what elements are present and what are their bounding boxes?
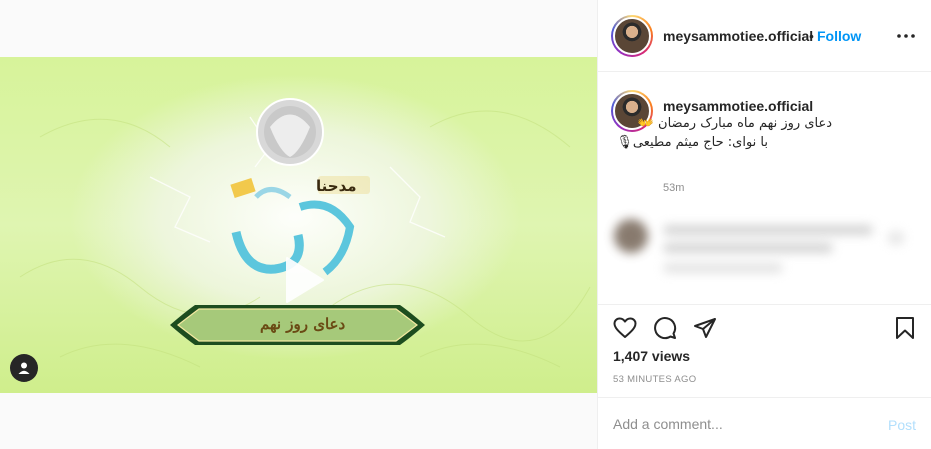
view-count[interactable]: 1,407 views	[613, 348, 690, 364]
person-icon	[18, 362, 30, 374]
video-frame-artwork	[19, 98, 591, 368]
video-player[interactable]: مدحنا دعای روز نهم	[0, 57, 597, 393]
tagged-users-button[interactable]	[10, 354, 38, 382]
caption-text-line-1: دعای روز نهم ماه مبارک رمضان 👐	[637, 116, 832, 131]
save-button[interactable]	[891, 314, 919, 342]
blurred-comment-avatar	[614, 219, 648, 253]
comment-bar: Post	[598, 397, 931, 449]
avatar[interactable]	[611, 15, 653, 57]
blurred-comment	[608, 213, 918, 303]
comment-input[interactable]	[613, 412, 863, 436]
play-button[interactable]	[265, 246, 333, 314]
header-username[interactable]: meysammotiee.official	[663, 28, 813, 44]
comment-button[interactable]	[651, 314, 679, 342]
video-banner-text: دعای روز نهم	[260, 315, 346, 333]
post-side-panel: meysammotiee.official • Follow meysammot…	[597, 0, 931, 449]
separator-dot: •	[809, 28, 814, 44]
media-pane: مدحنا دعای روز نهم	[0, 0, 597, 449]
post-timestamp[interactable]: 53 MINUTES AGO	[613, 374, 696, 385]
post-actions: 1,407 views 53 MINUTES AGO	[598, 304, 931, 396]
post-comment-button[interactable]: Post	[888, 417, 916, 433]
caption-username[interactable]: meysammotiee.official	[663, 98, 813, 114]
post-header: meysammotiee.official • Follow	[598, 0, 931, 72]
paper-plane-icon	[694, 318, 716, 338]
like-button[interactable]	[611, 314, 639, 342]
heart-icon	[613, 317, 637, 338]
more-options-icon[interactable]	[894, 26, 918, 46]
comment-icon	[654, 317, 677, 340]
video-title-calligraphy: مدحنا	[316, 177, 357, 195]
play-icon	[286, 257, 324, 303]
caption-text-line-2: با نوای: حاج میثم مطیعی🎙	[616, 135, 768, 150]
bookmark-icon	[896, 317, 914, 339]
caption-and-comments: meysammotiee.official دعای روز نهم ماه م…	[598, 73, 931, 304]
caption-timestamp[interactable]: 53m	[663, 182, 684, 194]
share-button[interactable]	[691, 314, 719, 342]
follow-button[interactable]: Follow	[817, 28, 861, 44]
